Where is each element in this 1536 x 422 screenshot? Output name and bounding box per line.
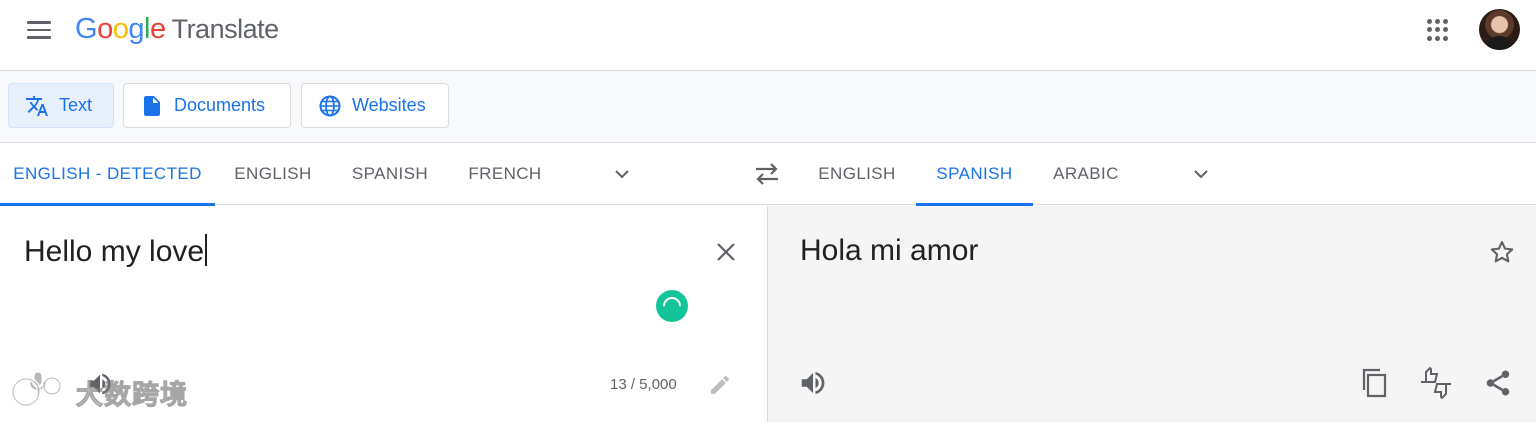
watermark-text: 大数跨境: [76, 379, 188, 411]
copy-icon[interactable]: [1358, 366, 1390, 400]
logo-letter: o: [112, 13, 129, 45]
pencil-icon[interactable]: [708, 373, 732, 397]
target-lang-arabic-tab[interactable]: ARABIC: [1040, 143, 1132, 205]
watermark-logo: [10, 376, 62, 408]
logo-letter: g: [128, 13, 144, 45]
close-icon[interactable]: [712, 238, 740, 266]
logo-letter: e: [149, 13, 166, 45]
document-icon: [144, 95, 160, 116]
logo-letter: o: [97, 13, 113, 45]
globe-icon: [319, 95, 341, 116]
hamburger-menu-icon[interactable]: [22, 16, 56, 44]
star-icon[interactable]: [1488, 238, 1516, 266]
translation-panel: Hola mi amor: [768, 206, 1536, 422]
chevron-down-icon[interactable]: [610, 162, 634, 186]
source-lang-detected-tab[interactable]: ENGLISH - DETECTED: [0, 143, 215, 206]
product-name: Translate: [171, 14, 280, 44]
documents-mode-label: Documents: [174, 95, 266, 115]
source-lang-french-tab[interactable]: FRENCH: [456, 143, 554, 205]
watermark: 大数跨境: [10, 372, 188, 412]
chevron-down-icon[interactable]: [1189, 162, 1213, 186]
source-text-value: Hello my love: [24, 235, 205, 268]
share-icon[interactable]: [1483, 368, 1513, 398]
logo-letter: G: [75, 13, 98, 45]
swap-languages-icon[interactable]: [752, 160, 782, 188]
mode-toolbar: Text Documents Websites: [0, 71, 1536, 143]
character-counter: 13 / 5,000: [610, 376, 677, 393]
text-mode-button[interactable]: Text: [8, 83, 114, 128]
speaker-icon[interactable]: [798, 368, 828, 398]
text-caret: [205, 234, 207, 266]
app-header: Google Translate: [0, 0, 1536, 71]
grammar-check-icon[interactable]: [656, 290, 688, 322]
target-lang-spanish-tab[interactable]: SPANISH: [916, 143, 1033, 206]
translate-icon: [26, 95, 48, 116]
translated-text: Hola mi amor: [800, 234, 979, 267]
text-mode-label: Text: [59, 95, 93, 115]
account-avatar[interactable]: [1479, 9, 1520, 50]
source-lang-spanish-tab[interactable]: SPANISH: [338, 143, 442, 205]
google-translate-logo[interactable]: Google Translate: [75, 13, 279, 46]
documents-mode-button[interactable]: Documents: [123, 83, 291, 128]
source-lang-english-tab[interactable]: ENGLISH: [222, 143, 324, 205]
websites-mode-label: Websites: [352, 95, 426, 115]
websites-mode-button[interactable]: Websites: [301, 83, 449, 128]
apps-grid-icon[interactable]: [1424, 16, 1452, 44]
language-bar: ENGLISH - DETECTED ENGLISH SPANISH FRENC…: [0, 143, 1536, 206]
target-lang-english-tab[interactable]: ENGLISH: [806, 143, 908, 205]
rate-translation-icon[interactable]: [1418, 366, 1454, 400]
source-text-input[interactable]: Hello my love: [24, 234, 207, 269]
